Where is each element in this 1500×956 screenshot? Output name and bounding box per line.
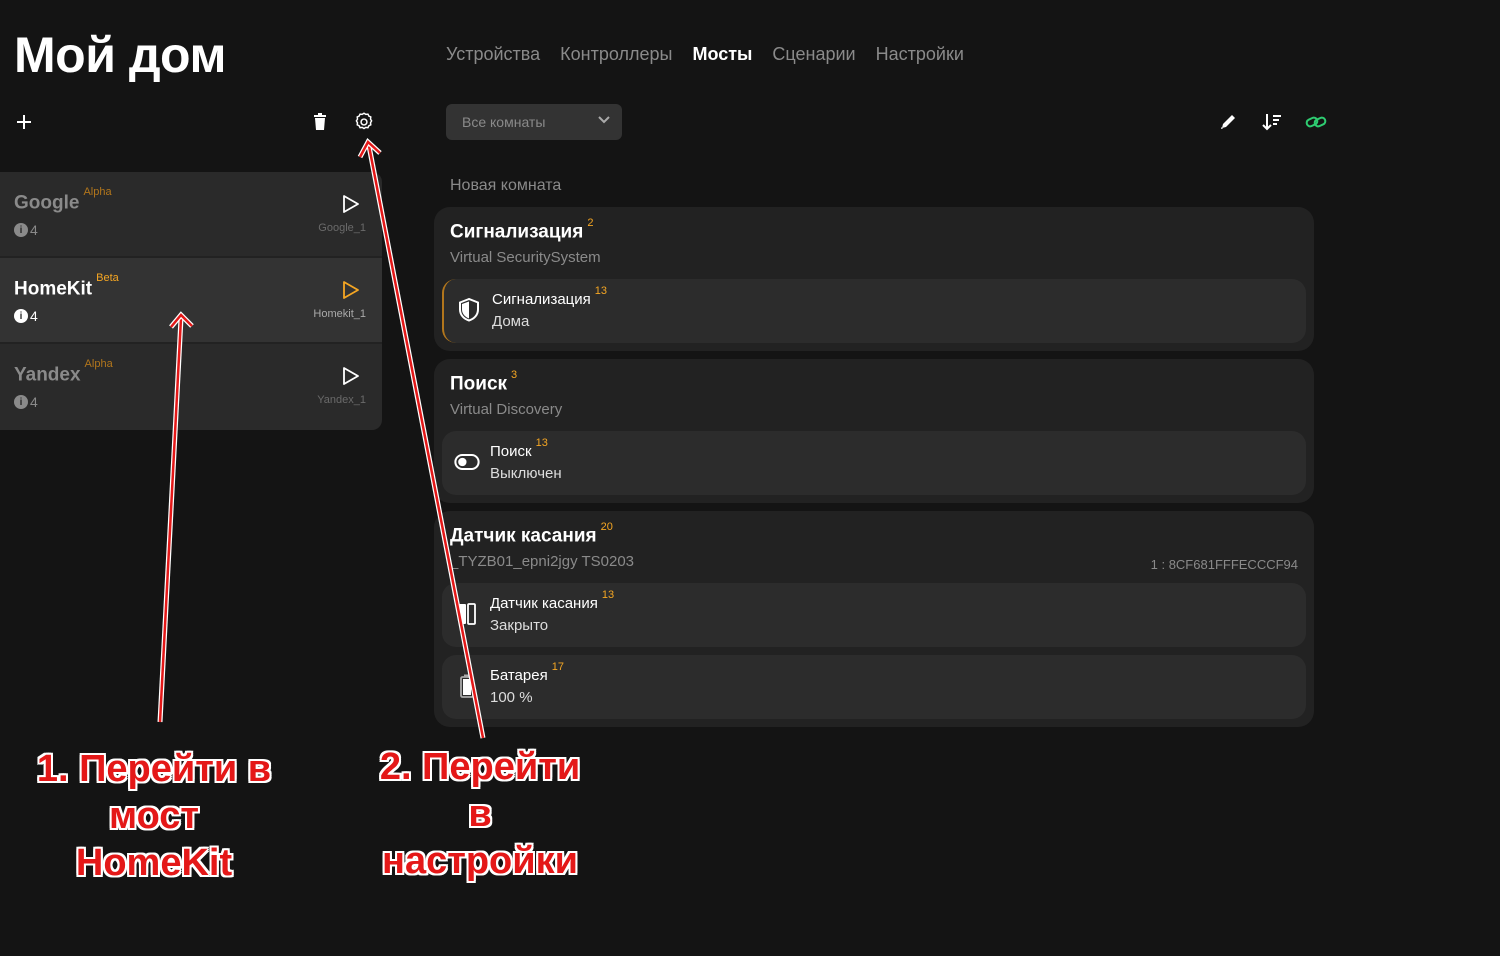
tab-controllers[interactable]: Контроллеры bbox=[560, 44, 672, 65]
device-row[interactable]: Поиск 13 Выключен bbox=[442, 431, 1306, 495]
bridge-name: Yandex bbox=[14, 364, 81, 386]
row-value: Дома bbox=[492, 313, 530, 330]
device-id-badge: 20 bbox=[600, 521, 613, 533]
bridge-id: Yandex_1 bbox=[317, 394, 366, 406]
device-title: Датчик касания bbox=[450, 525, 597, 547]
row-id-badge: 13 bbox=[594, 285, 608, 297]
sort-button[interactable] bbox=[1260, 110, 1284, 134]
bridge-count: 4 bbox=[30, 394, 38, 410]
bridge-item-google[interactable]: GoogleAlpha i4 Google_1 bbox=[0, 172, 382, 258]
device-title: Сигнализация bbox=[450, 221, 584, 243]
device-address: 1 : 8CF681FFFECCCF94 bbox=[1150, 557, 1298, 572]
tab-scenarios[interactable]: Сценарии bbox=[772, 44, 855, 65]
row-value: Закрыто bbox=[490, 617, 549, 634]
device-title: Поиск bbox=[450, 373, 508, 395]
bridge-badge: Beta bbox=[96, 272, 119, 284]
row-id-badge: 13 bbox=[601, 589, 615, 601]
bridge-badge: Alpha bbox=[83, 186, 112, 198]
battery-icon bbox=[460, 674, 474, 698]
bridge-item-yandex[interactable]: YandexAlpha i4 Yandex_1 bbox=[0, 344, 382, 430]
room-filter-value: Все комнаты bbox=[462, 114, 546, 130]
row-value: Выключен bbox=[490, 465, 562, 482]
tab-devices[interactable]: Устройства bbox=[446, 44, 540, 65]
row-id-badge: 17 bbox=[551, 661, 564, 673]
row-title: Датчик касания bbox=[490, 595, 598, 612]
bridge-count: 4 bbox=[30, 222, 38, 238]
row-value: 100 % bbox=[490, 689, 533, 706]
bridge-settings-button[interactable] bbox=[352, 110, 376, 134]
sort-icon bbox=[1262, 114, 1281, 131]
row-title: Сигнализация bbox=[492, 291, 591, 308]
delete-bridge-button[interactable] bbox=[308, 110, 332, 134]
plus-icon bbox=[17, 115, 31, 129]
info-icon: i bbox=[14, 395, 28, 409]
edit-button[interactable] bbox=[1216, 110, 1240, 134]
toggle-icon[interactable] bbox=[454, 453, 480, 471]
play-icon[interactable] bbox=[342, 366, 360, 386]
annotation-note-2: 2. Перейти в настройки bbox=[379, 746, 581, 882]
device-row[interactable]: Батарея 17 100 % bbox=[442, 655, 1306, 719]
bridge-item-homekit[interactable]: HomeKitBeta i4 Homekit_1 bbox=[0, 258, 382, 344]
device-card-touch-sensor[interactable]: Датчик касания 20 _TYZB01_epni2jgy TS0203… bbox=[434, 511, 1314, 727]
device-id-badge: 3 bbox=[511, 369, 518, 381]
bridge-name: HomeKit bbox=[14, 278, 93, 300]
room-filter-select[interactable]: Все комнаты bbox=[446, 104, 622, 140]
row-id-badge: 13 bbox=[535, 437, 548, 449]
device-subtitle: Virtual Discovery bbox=[450, 401, 563, 418]
device-subtitle: Virtual SecuritySystem bbox=[450, 249, 601, 266]
play-icon[interactable] bbox=[342, 280, 360, 300]
row-title: Поиск bbox=[490, 443, 532, 460]
info-icon: i bbox=[14, 223, 28, 237]
room-name: Новая комната bbox=[450, 177, 562, 194]
row-title: Батарея bbox=[490, 667, 548, 684]
bridge-list: GoogleAlpha i4 Google_1 HomeKitBeta i4 H… bbox=[0, 172, 382, 430]
device-row[interactable]: Датчик касания 13 Закрыто bbox=[442, 583, 1306, 647]
device-row[interactable]: Сигнализация 13 Дома bbox=[442, 279, 1306, 343]
add-bridge-button[interactable] bbox=[12, 110, 36, 134]
top-nav: Устройства Контроллеры Мосты Сценарии На… bbox=[446, 44, 964, 65]
page-title: Мой дом bbox=[14, 27, 226, 83]
link-icon bbox=[1305, 116, 1327, 128]
bridge-badge: Alpha bbox=[84, 358, 113, 370]
trash-icon bbox=[314, 113, 326, 130]
annotation-note-1: 1. Перейти в мост HomeKit bbox=[36, 748, 272, 884]
bridge-count: 4 bbox=[30, 308, 38, 324]
play-icon[interactable] bbox=[342, 194, 360, 214]
pencil-icon bbox=[1221, 115, 1235, 129]
device-card-discovery[interactable]: Поиск 3 Virtual Discovery Поиск 13 Выключе… bbox=[434, 359, 1314, 503]
chevron-down-icon bbox=[598, 116, 610, 124]
shield-icon bbox=[459, 298, 479, 322]
bridge-id: Google_1 bbox=[318, 222, 366, 234]
info-icon: i bbox=[14, 309, 28, 323]
device-id-badge: 2 bbox=[587, 217, 594, 229]
gear-icon bbox=[355, 112, 373, 130]
bridge-name: Google bbox=[14, 192, 80, 214]
bridge-id: Homekit_1 bbox=[313, 308, 366, 320]
tab-bridges[interactable]: Мосты bbox=[692, 44, 752, 65]
tab-settings[interactable]: Настройки bbox=[876, 44, 964, 65]
link-button[interactable] bbox=[1304, 110, 1328, 134]
device-subtitle: _TYZB01_epni2jgy TS0203 bbox=[450, 553, 635, 570]
contact-sensor-icon bbox=[459, 603, 476, 625]
device-card-security[interactable]: Сигнализация 2 Virtual SecuritySystem Сиг… bbox=[434, 207, 1314, 351]
